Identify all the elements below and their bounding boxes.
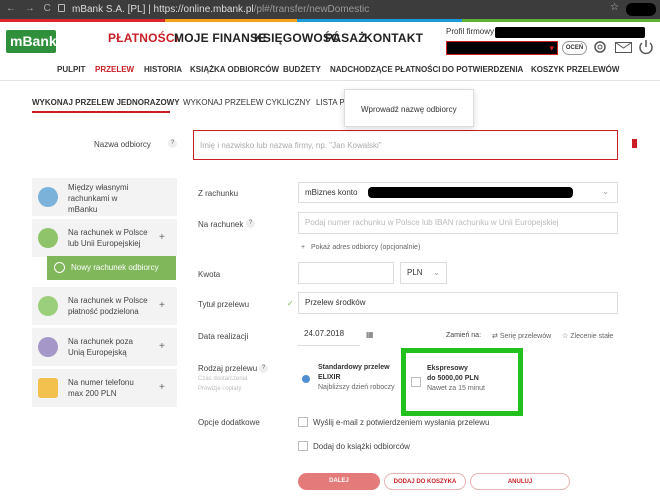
site-name: mBank S.A. [PL]	[72, 4, 146, 15]
plus-icon[interactable]: +	[159, 341, 165, 352]
help-icon[interactable]: ?	[259, 364, 268, 373]
to-account-input[interactable]: Podaj numer rachunku w Polsce lub IBAN r…	[298, 212, 618, 234]
chevron-down-icon: ⌄	[433, 268, 440, 277]
nav-kontakt[interactable]: KONTAKT	[364, 31, 423, 45]
tab-lista[interactable]: LISTA P	[316, 98, 345, 107]
permanent-order-link[interactable]: ☆ Zlecenie stałe	[562, 332, 613, 340]
rate-button[interactable]: OCEŃ	[562, 41, 587, 55]
gear-icon[interactable]	[592, 39, 608, 55]
profile-name-redaction	[495, 27, 645, 38]
type-label: Rodzaj przelewu	[198, 364, 258, 373]
add-to-cart-button[interactable]: DODAJ DO KOSZYKA	[384, 473, 466, 490]
email-checkbox[interactable]	[298, 417, 308, 427]
url-path: /pl#/transfer/newDomestic	[253, 4, 370, 15]
mbank-logo[interactable]: mBank	[6, 30, 57, 53]
calendar-icon[interactable]: ▦	[366, 330, 374, 339]
chevron-down-icon: ⌄	[602, 187, 609, 196]
tab-cykliczny[interactable]: WYKONAJ PRZELEW CYKLICZNY	[183, 98, 311, 107]
series-link[interactable]: ⇄ Serię przelewów	[492, 332, 551, 340]
star-icon[interactable]: ☆	[610, 2, 619, 13]
address-bar[interactable]: mBank S.A. [PL] | https://online.mbank.p…	[72, 4, 369, 15]
help-icon[interactable]: ?	[168, 139, 177, 148]
cancel-button[interactable]: ANULUJ	[470, 473, 570, 490]
card-own-accounts[interactable]: Między własnymi rachunkami w mBanku	[32, 178, 177, 216]
type-sub1: Czas dostarczenia	[198, 376, 248, 382]
subnav-historia[interactable]: HISTORIA	[144, 65, 182, 74]
nav-platnosci[interactable]: PŁATNOŚCI	[108, 31, 178, 45]
globe-icon	[38, 337, 58, 357]
date-label: Data realizacji	[198, 332, 249, 341]
amount-input[interactable]	[298, 262, 394, 284]
account-redaction	[368, 187, 573, 198]
nav-moje-finanse[interactable]: MOJE FINANSE	[174, 31, 266, 45]
card-phone[interactable]: Na numer telefonu max 200 PLN +	[32, 369, 177, 407]
change-to-label: Zamień na:	[446, 332, 482, 339]
plus-icon[interactable]: +	[159, 232, 165, 243]
title-label: Tytuł przelewu	[198, 300, 250, 309]
new-recipient-button[interactable]: Nowy rachunek odbiorcy	[47, 256, 176, 280]
phone-icon	[38, 378, 58, 398]
card-split-payment[interactable]: Na rachunek w Polsce płatność podzielona …	[32, 287, 177, 325]
profile-label: Profil firmowy	[446, 27, 495, 36]
subnav-nadchodzace[interactable]: NADCHODZĄCE PŁATNOŚCI	[330, 65, 441, 74]
bookmark-icon[interactable]	[632, 139, 637, 148]
browser-nav-icons[interactable]: ← → C	[6, 3, 54, 14]
help-icon[interactable]: ?	[246, 219, 255, 228]
url-domain: https://online.mbank.pl	[153, 4, 254, 15]
plus-icon[interactable]: +	[159, 300, 165, 311]
plus-icon[interactable]: +	[159, 382, 165, 393]
profile-select[interactable]: ▾	[446, 41, 558, 55]
to-account-label: Na rachunek	[198, 220, 244, 229]
from-account-label: Z rachunku	[198, 189, 239, 198]
currency-select[interactable]: PLN ⌄	[400, 262, 447, 284]
card-poland-eu[interactable]: Na rachunek w Polsce lub Unii Europejskie…	[32, 219, 177, 257]
browser-toolbar: ← → C mBank S.A. [PL] | https://online.m…	[0, 0, 660, 19]
subnav-budzety[interactable]: BUDŻETY	[283, 65, 321, 74]
from-account-select[interactable]: mBiznes konto ⌄	[298, 182, 618, 203]
subnav-ksiazka[interactable]: KSIĄŻKA ODBIORCÓW	[190, 65, 279, 74]
book-checkbox[interactable]	[298, 441, 308, 451]
transfer-icon	[38, 187, 58, 207]
split-icon	[38, 296, 58, 316]
amount-label: Kwota	[198, 270, 221, 279]
arrow-icon	[54, 262, 65, 273]
title-input[interactable]: Przelew środków	[298, 292, 618, 314]
subnav-przelew[interactable]: PRZELEW	[95, 65, 134, 74]
next-button[interactable]: DALEJ	[298, 473, 380, 490]
recipient-input[interactable]: Imię i nazwisko lub nazwa firmy, np. "Ja…	[193, 130, 618, 160]
book-option-label: Dodaj do książki odbiorców	[313, 442, 410, 451]
subnav-pulpit[interactable]: PULPIT	[57, 65, 85, 74]
subnav-do-potwierdzenia[interactable]: DO POTWIERDZENIA	[442, 65, 523, 74]
mail-icon[interactable]	[615, 42, 632, 53]
chevron-down-icon: ▾	[549, 43, 554, 53]
nav-pasaz[interactable]: PASAŻ	[325, 31, 366, 45]
extra-options-label: Opcje dodatkowe	[198, 418, 260, 427]
divider	[0, 80, 660, 81]
email-option-label: Wyślij e-mail z potwierdzeniem wysłania …	[313, 418, 490, 427]
type-sub2: Prowizje i opłaty	[198, 386, 242, 392]
lock-icon	[58, 4, 65, 12]
highlight-box	[401, 348, 523, 416]
tab-jednorazowy[interactable]: WYKONAJ PRZELEW JEDNORAZOWY	[32, 98, 180, 107]
show-address-link[interactable]: + Pokaż adres odbiorcy (opcjonalnie)	[301, 244, 420, 251]
active-tab-indicator	[32, 111, 170, 113]
radio-selected	[302, 375, 310, 383]
recipient-label: Nazwa odbiorcy	[94, 140, 151, 149]
profile-redaction	[626, 3, 656, 16]
color-stripe	[0, 19, 660, 22]
standard-transfer-option[interactable]: Standardowy przelew ELIXIR Najbliższy dzie…	[298, 355, 398, 399]
subnav-koszyk[interactable]: KOSZYK PRZELEWÓW	[531, 65, 619, 74]
people-icon	[38, 228, 58, 248]
tooltip: Wprowadź nazwę odbiorcy	[344, 89, 474, 127]
check-icon: ✓	[287, 299, 294, 308]
date-input[interactable]: 24.07.2018	[298, 324, 360, 346]
power-icon[interactable]	[638, 39, 654, 55]
card-outside-eu[interactable]: Na rachunek poza Unią Europejską +	[32, 328, 177, 366]
